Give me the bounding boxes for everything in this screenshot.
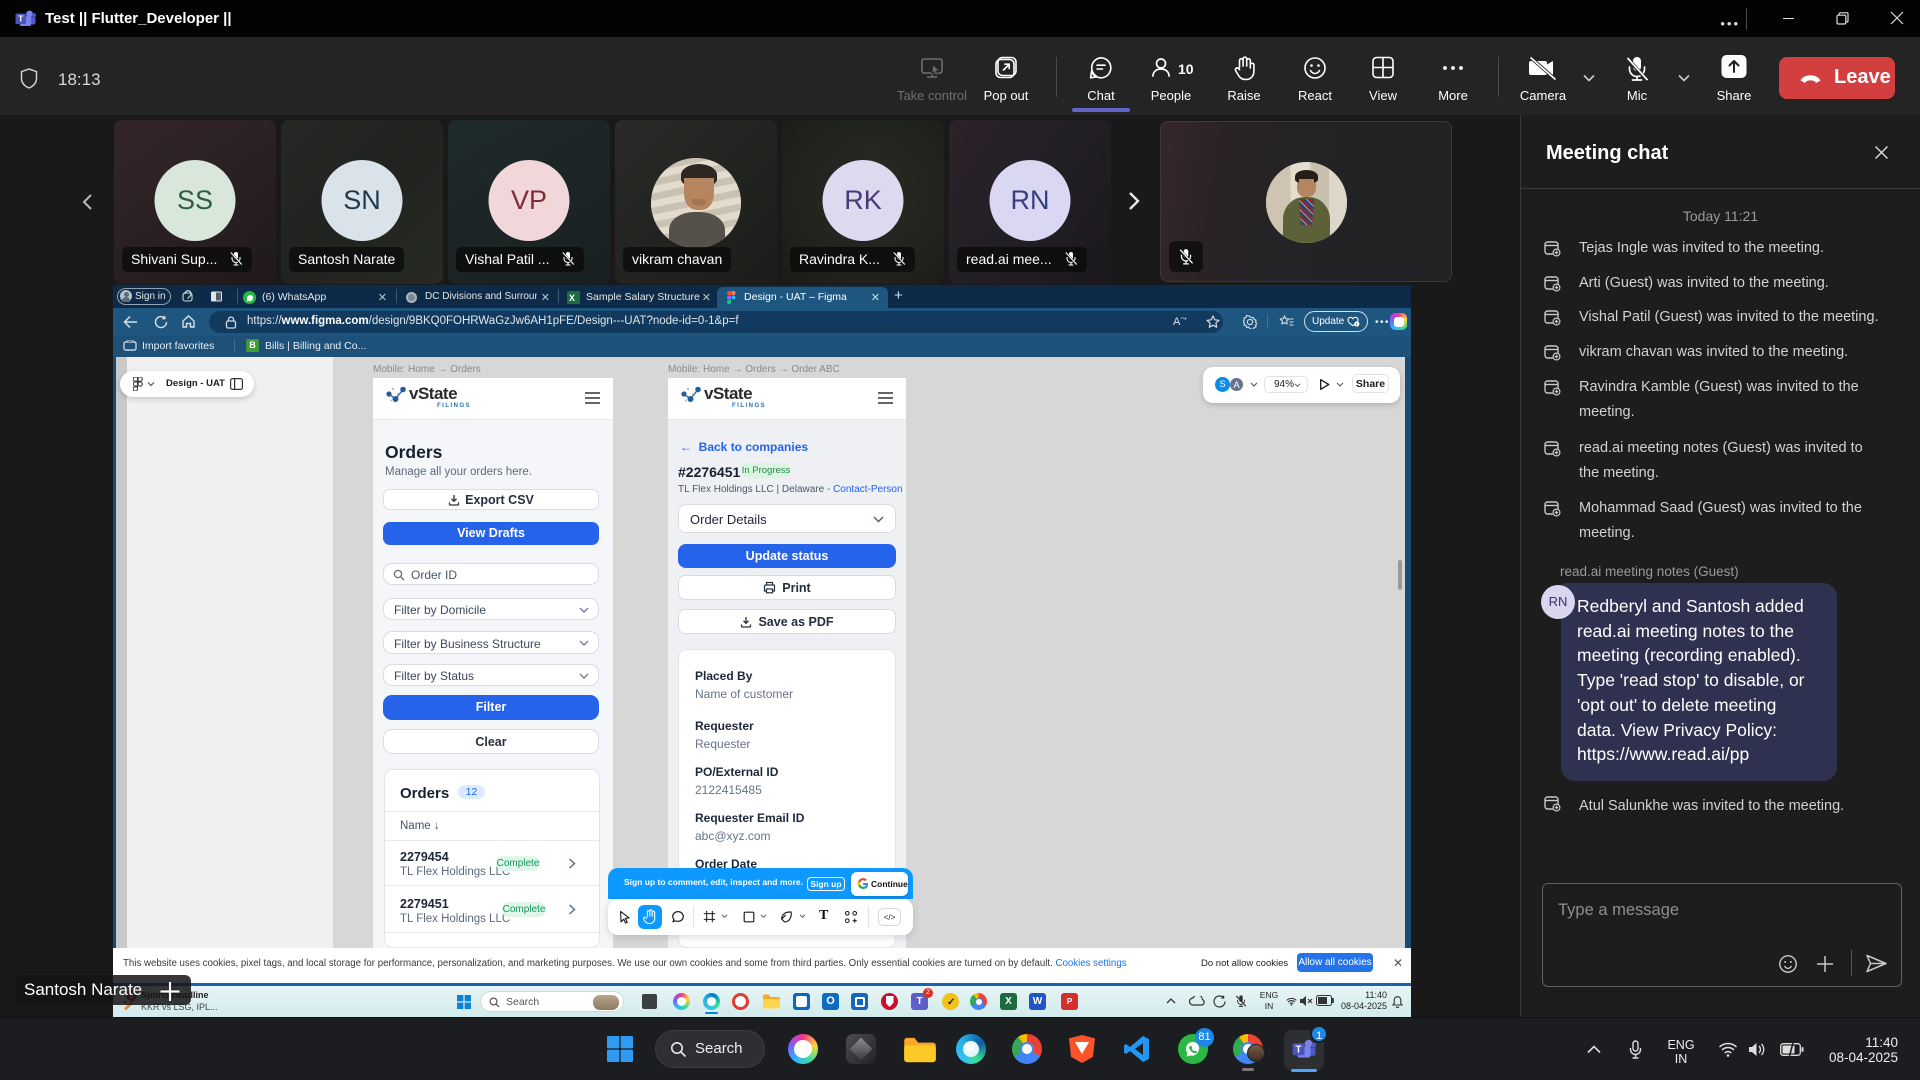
svg-text:T: T <box>1296 1044 1302 1055</box>
svg-text:T: T <box>18 14 24 24</box>
